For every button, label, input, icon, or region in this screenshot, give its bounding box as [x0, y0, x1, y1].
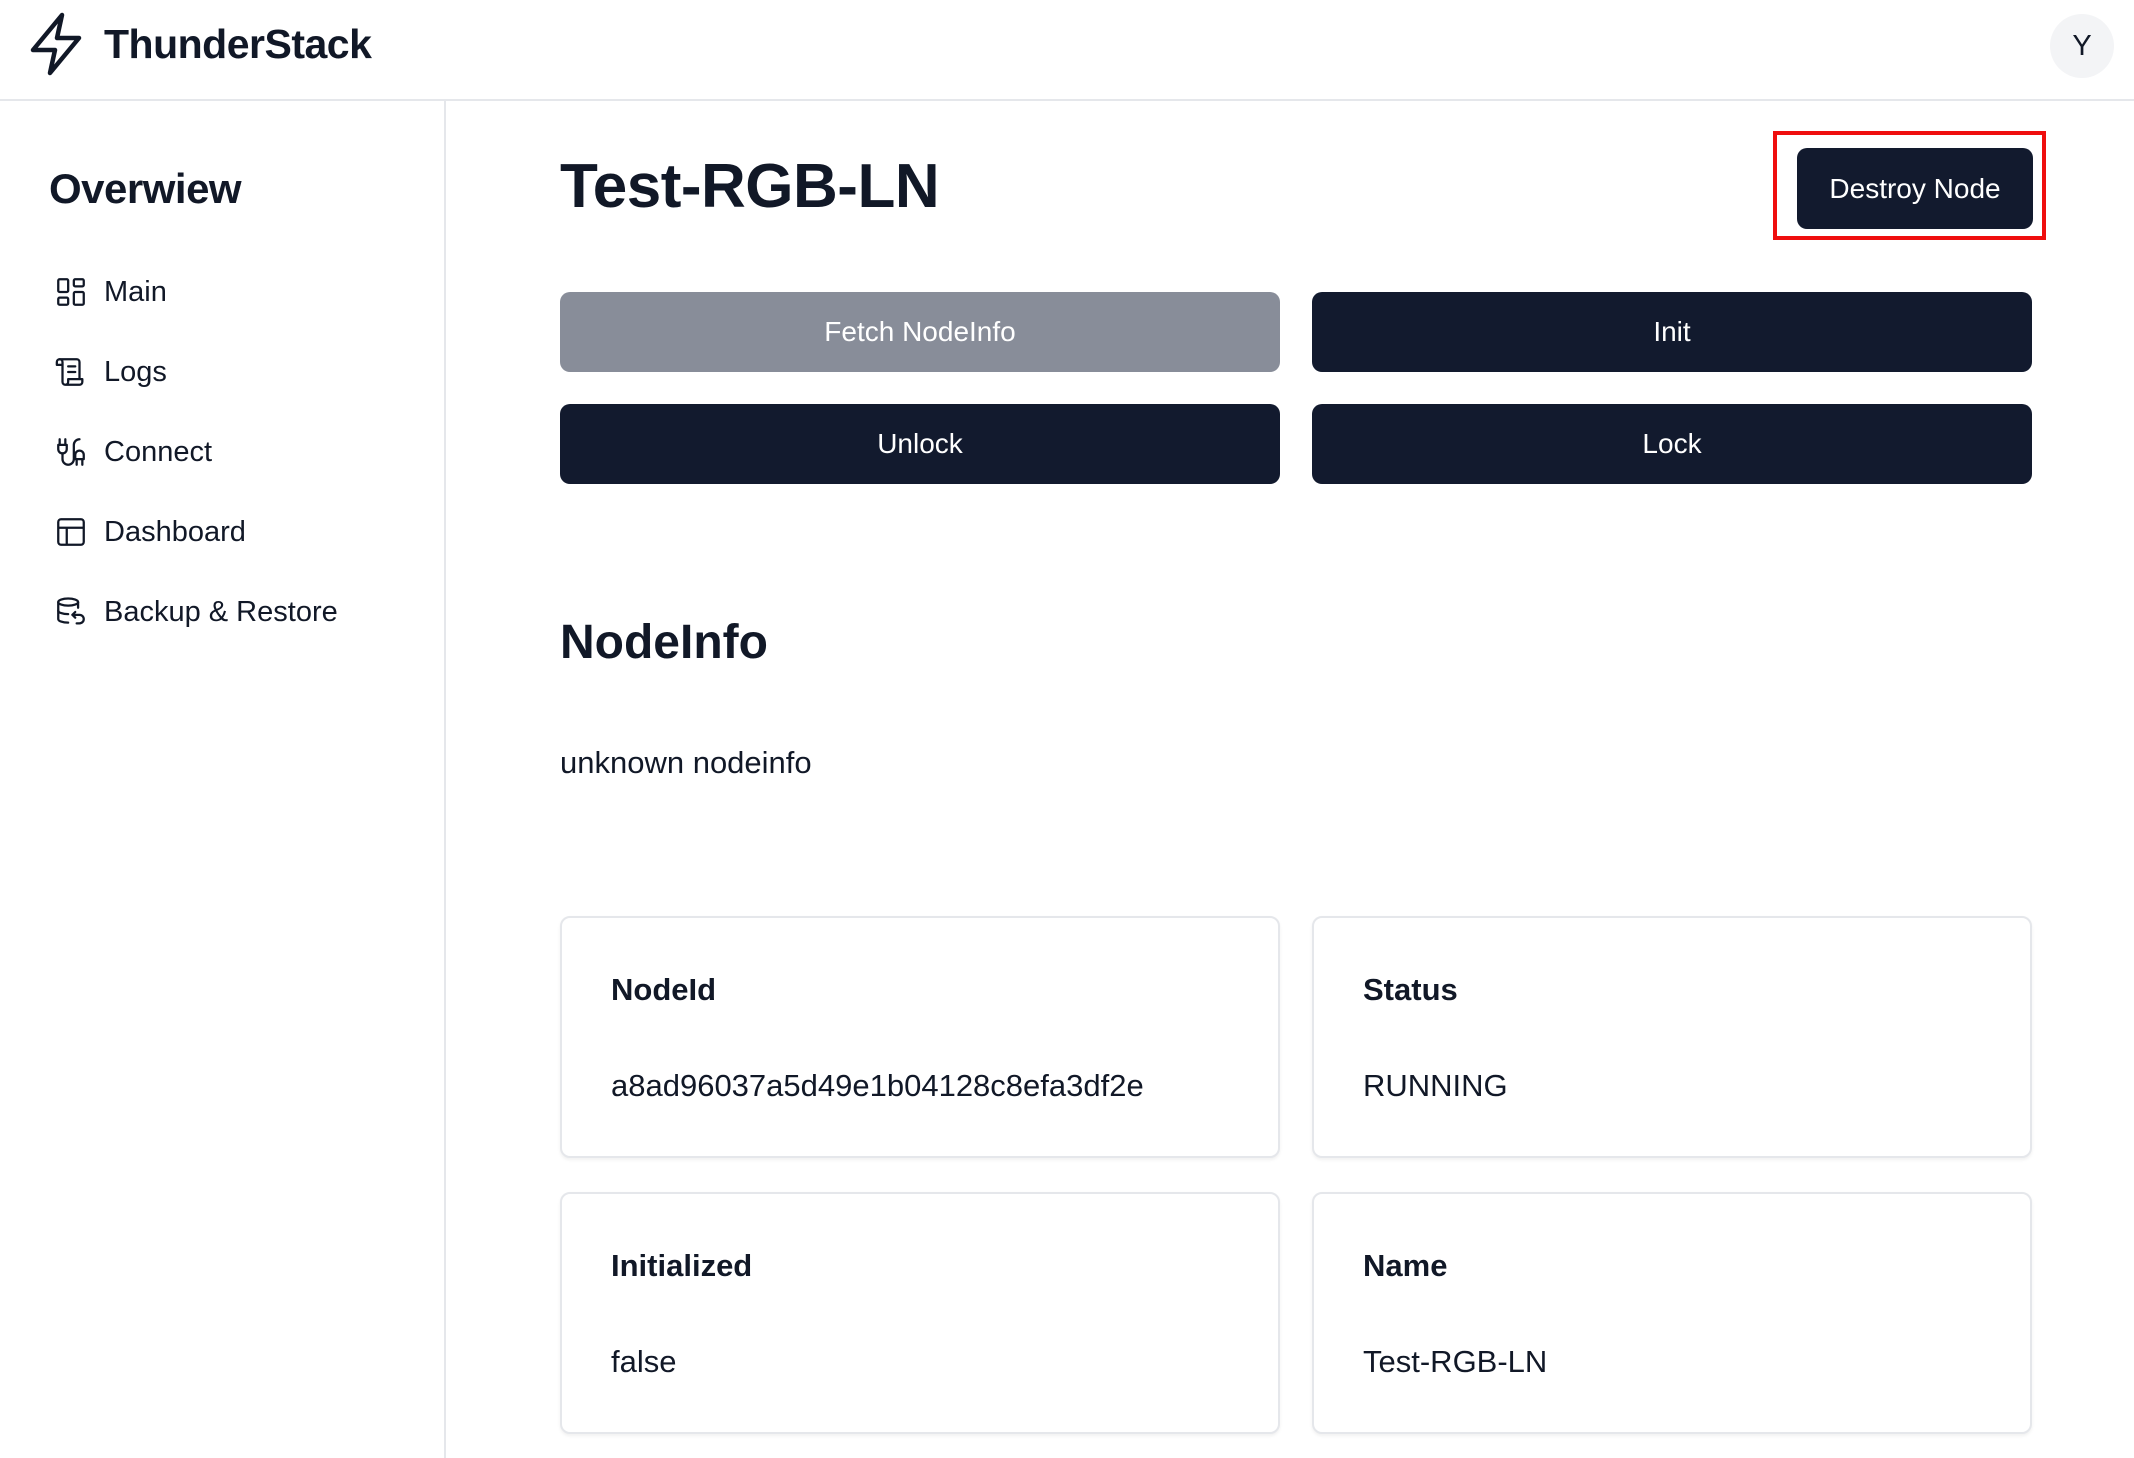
- nodeinfo-message: unknown nodeinfo: [560, 745, 812, 780]
- init-button[interactable]: Init: [1312, 292, 2032, 372]
- sidebar-nav: Main Logs Connect Dashboard Backup & Res…: [54, 264, 338, 664]
- sidebar-item-backup-restore[interactable]: Backup & Restore: [54, 584, 338, 640]
- destroy-node-button[interactable]: Destroy Node: [1797, 148, 2033, 229]
- brand[interactable]: ThunderStack: [28, 12, 372, 76]
- card-value: Test-RGB-LN: [1363, 1344, 1548, 1379]
- lightning-bolt-icon: [30, 12, 82, 76]
- nodeid-card: NodeId a8ad96037a5d49e1b04128c8efa3df2e: [560, 916, 1280, 1158]
- card-label: NodeId: [611, 972, 717, 1007]
- card-label: Status: [1363, 972, 1458, 1007]
- initialized-card: Initialized false: [560, 1192, 1280, 1434]
- card-label: Name: [1363, 1248, 1448, 1283]
- sidebar-item-main[interactable]: Main: [54, 264, 338, 320]
- nodeinfo-heading: NodeInfo: [560, 616, 768, 669]
- card-value: a8ad96037a5d49e1b04128c8efa3df2e: [611, 1068, 1144, 1103]
- sidebar-item-label: Logs: [104, 355, 167, 388]
- lock-button[interactable]: Lock: [1312, 404, 2032, 484]
- sidebar-item-logs[interactable]: Logs: [54, 344, 338, 400]
- main-content: Test-RGB-LN Destroy Node Fetch NodeInfo …: [448, 101, 2134, 1458]
- top-bar: ThunderStack Y: [0, 0, 2134, 101]
- sidebar-item-dashboard[interactable]: Dashboard: [54, 504, 338, 560]
- sidebar: Overwiew Main Logs Connect Dashboard Bac…: [0, 101, 446, 1458]
- scroll-icon: [55, 358, 84, 386]
- card-label: Initialized: [611, 1248, 753, 1283]
- status-card: Status RUNNING: [1312, 916, 2032, 1158]
- sidebar-item-label: Dashboard: [104, 515, 246, 548]
- name-card: Name Test-RGB-LN: [1312, 1192, 2032, 1434]
- sidebar-title: Overwiew: [49, 165, 242, 212]
- sidebar-item-label: Connect: [104, 435, 213, 468]
- fetch-nodeinfo-button[interactable]: Fetch NodeInfo: [560, 292, 1280, 372]
- grid-icon: [57, 278, 85, 306]
- page-title: Test-RGB-LN: [560, 152, 940, 221]
- plug-icon: [57, 438, 85, 466]
- database-restore-icon: [57, 597, 85, 625]
- sidebar-item-connect[interactable]: Connect: [54, 424, 338, 480]
- card-value: false: [611, 1344, 677, 1379]
- sidebar-item-label: Backup & Restore: [104, 595, 338, 628]
- brand-name: ThunderStack: [104, 20, 372, 67]
- sidebar-item-label: Main: [104, 275, 167, 308]
- user-avatar[interactable]: Y: [2050, 14, 2114, 78]
- unlock-button[interactable]: Unlock: [560, 404, 1280, 484]
- layout-icon: [57, 518, 85, 546]
- card-value: RUNNING: [1363, 1068, 1508, 1103]
